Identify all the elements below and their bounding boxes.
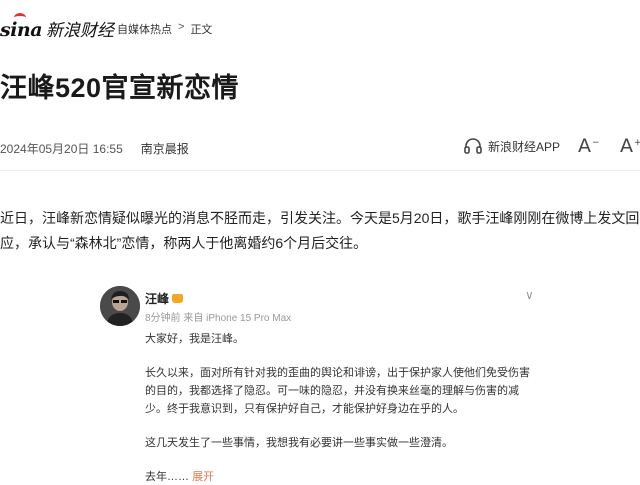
sina-finance-logo[interactable]: sina 新浪财经 bbox=[0, 13, 115, 41]
weibo-username-text: 汪峰 bbox=[145, 292, 170, 306]
breadcrumb-section-link[interactable]: 自媒体热点 bbox=[117, 21, 172, 37]
app-download-link[interactable]: 新浪财经APP bbox=[463, 137, 560, 155]
weibo-paragraph-2: 这几天发生了一些事情，我想我有必要讲一些事实做一些澄清。 bbox=[145, 437, 453, 449]
weibo-paragraph-3: 去年…… 展开 bbox=[145, 468, 540, 485]
header-divider bbox=[0, 170, 640, 171]
breadcrumb-separator: > bbox=[178, 21, 185, 33]
verified-crown-icon bbox=[172, 294, 184, 303]
weibo-username[interactable]: 汪峰 bbox=[145, 290, 184, 307]
weibo-paragraph-1: 长久以来，面对所有针对我的歪曲的舆论和诽谤，出于保护家人使他们免受伤害的目的，我… bbox=[145, 367, 530, 415]
article-paragraph: 近日，汪峰新恋情疑似曝光的消息不胫而走，引发关注。今天是5月20日，歌手汪峰刚刚… bbox=[0, 210, 640, 251]
weibo-paragraph-3-start: 去年…… bbox=[145, 471, 189, 483]
logo-sina-text: sina bbox=[0, 19, 43, 41]
page-title: 汪峰520官宣新恋情 bbox=[0, 73, 240, 103]
minus-sign: − bbox=[592, 137, 600, 148]
logo-cn-text: 新浪财经 bbox=[46, 21, 115, 41]
expand-link[interactable]: 展开 bbox=[192, 471, 214, 483]
font-decrease-button[interactable]: A− bbox=[578, 135, 600, 157]
font-decrease-icon: A bbox=[578, 135, 591, 157]
embedded-weibo-post: 汪峰 8分钟前 来自 iPhone 15 Pro Max ∨ 大家好，我是汪峰。… bbox=[100, 284, 545, 485]
font-increase-button[interactable]: A+ bbox=[620, 135, 640, 157]
weibo-post-meta: 8分钟前 来自 iPhone 15 Pro Max bbox=[145, 313, 292, 324]
headphone-icon bbox=[464, 138, 482, 154]
site-header: sina 新浪财经 自媒体热点 > 正文 bbox=[0, 0, 640, 50]
chevron-down-icon[interactable]: ∨ bbox=[525, 288, 534, 302]
weibo-greeting: 大家好，我是汪峰。 bbox=[145, 333, 244, 345]
weibo-post-body: 大家好，我是汪峰。 长久以来，面对所有针对我的歪曲的舆论和诽谤，出于保护家人使他… bbox=[145, 330, 540, 485]
avatar[interactable] bbox=[100, 286, 140, 326]
sina-eye-icon bbox=[14, 13, 26, 22]
breadcrumb: 自媒体热点 > 正文 bbox=[117, 21, 212, 37]
font-increase-icon: A bbox=[620, 135, 633, 157]
plus-sign: + bbox=[634, 137, 640, 148]
article-meta: 2024年05月20日 16:55 南京晨报 bbox=[0, 140, 189, 157]
article-datetime: 2024年05月20日 16:55 bbox=[0, 142, 123, 156]
app-download-label: 新浪财经APP bbox=[488, 139, 561, 154]
article-source-link[interactable]: 南京晨报 bbox=[141, 140, 189, 157]
breadcrumb-current: 正文 bbox=[190, 24, 213, 36]
avatar-portrait bbox=[100, 286, 140, 326]
